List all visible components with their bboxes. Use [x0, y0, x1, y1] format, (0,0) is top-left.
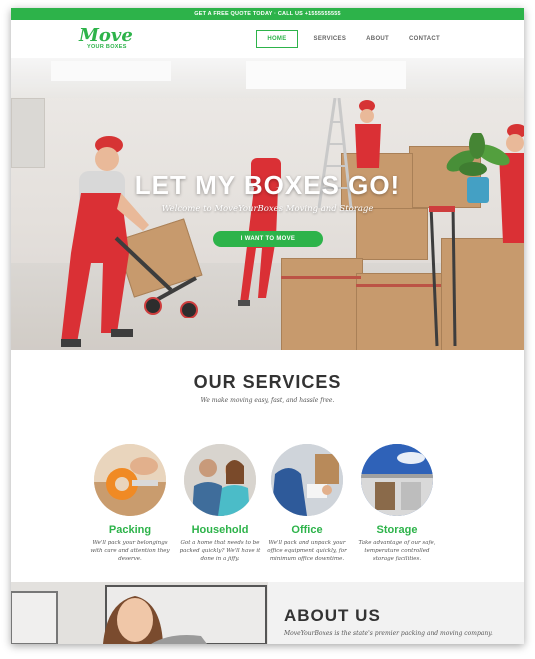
service-name: Packing	[108, 524, 152, 536]
service-card-office[interactable]: Office We'll pack and unpack your office…	[262, 444, 352, 563]
service-description: Take advantage of our safe, temperature …	[358, 540, 436, 562]
service-name: Office	[291, 524, 323, 536]
header-nav: Move YOUR BOXES HOME SERVICES ABOUT CONT…	[11, 20, 524, 59]
logo-title: Move	[79, 25, 133, 46]
office-image	[271, 444, 343, 516]
storage-unit-icon	[361, 444, 433, 516]
tape-dispenser-icon	[94, 444, 166, 516]
logo-subtitle: YOUR BOXES	[87, 44, 127, 50]
service-description: We'll pack your belongings with care and…	[90, 540, 170, 562]
about-image	[11, 582, 268, 644]
about-text: MoveYourBoxes is the state's premier pac…	[284, 630, 493, 637]
packing-image	[94, 444, 166, 516]
nav-home[interactable]: HOME	[256, 30, 298, 48]
hero-section: LET MY BOXES GO! Welcome to MoveYourBoxe…	[11, 58, 524, 350]
smiling-woman-photo-icon	[11, 582, 268, 644]
service-card-storage[interactable]: Storage Take advantage of our safe, temp…	[352, 444, 442, 563]
site-logo[interactable]: Move YOUR BOXES	[77, 25, 137, 55]
hero-subtitle: Welcome to MoveYourBoxes Moving and Stor…	[161, 204, 374, 214]
about-panel: ABOUT US MoveYourBoxes is the state's pr…	[268, 582, 524, 644]
office-worker-icon	[271, 444, 343, 516]
services-subtitle: We make moving easy, fast, and hassle fr…	[200, 397, 335, 404]
main-menu: HOME SERVICES ABOUT CONTACT	[256, 30, 450, 48]
top-announcement-bar: GET A FREE QUOTE TODAY · CALL US +155555…	[11, 8, 524, 20]
storage-image	[361, 444, 433, 516]
services-title: OUR SERVICES	[193, 372, 342, 392]
nav-about[interactable]: ABOUT	[356, 30, 399, 48]
service-name: Storage	[376, 524, 418, 536]
service-card-packing[interactable]: Packing We'll pack your belongings with …	[85, 444, 175, 563]
about-title: ABOUT US	[284, 606, 381, 625]
service-description: We'll pack and unpack your office equipm…	[267, 540, 347, 562]
nav-services[interactable]: SERVICES	[304, 30, 357, 48]
household-image	[184, 444, 256, 516]
service-card-household[interactable]: Household Got a home that needs to be pa…	[175, 444, 265, 563]
service-description: Got a home that needs to be packed quick…	[179, 540, 261, 562]
hero-title: LET MY BOXES GO!	[134, 170, 401, 200]
move-cta-button[interactable]: I WANT TO MOVE	[213, 231, 323, 247]
nav-contact[interactable]: CONTACT	[399, 30, 450, 48]
couple-photo-icon	[184, 444, 256, 516]
page-frame: GET A FREE QUOTE TODAY · CALL US +155555…	[11, 8, 524, 644]
service-name: Household	[191, 524, 249, 536]
